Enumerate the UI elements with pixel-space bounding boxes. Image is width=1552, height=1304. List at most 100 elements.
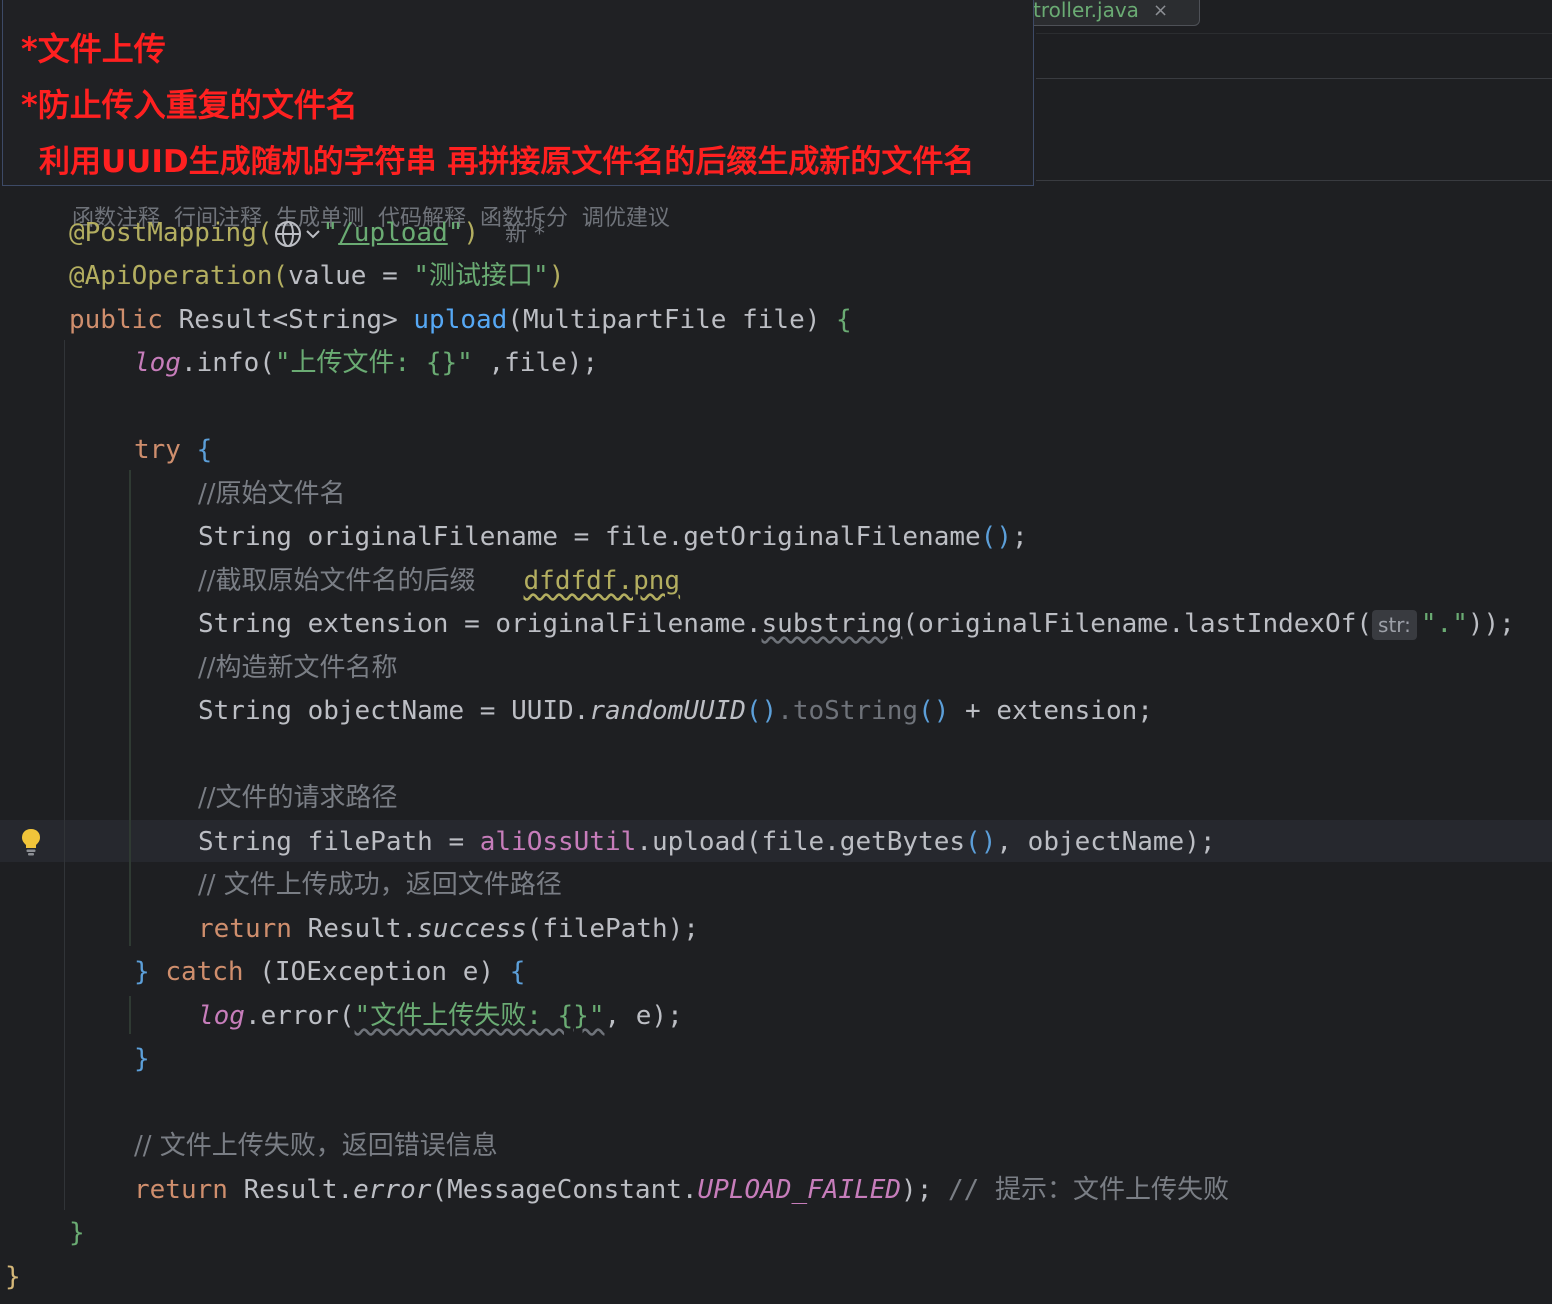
code-line-18: }	[134, 1038, 150, 1080]
comment-hint-failed: 提示：文件上传失败	[994, 1175, 1229, 1205]
close-icon[interactable]: ×	[1153, 0, 1168, 21]
annotation-value-string: "测试接口"	[413, 261, 549, 291]
editor-tab-title: troller.java	[1033, 0, 1139, 22]
call-parens: ()	[980, 522, 1012, 552]
success-method: success	[417, 914, 527, 944]
code-line-6: //原始文件名	[198, 473, 346, 515]
keyword-return: return	[134, 1175, 244, 1205]
code-line-15: return Result.success(filePath);	[198, 908, 699, 950]
parameter-hint-str: str:	[1372, 609, 1417, 640]
log-info-call: .info(	[180, 348, 275, 378]
comment-extension: //截取原始文件名的后缀	[198, 566, 476, 596]
log-error-string: "文件上传失败: {}"	[354, 1001, 605, 1031]
class-close-brace: }	[5, 1262, 21, 1292]
code-line-14: // 文件上传成功，返回文件路径	[198, 864, 562, 906]
annotation-overlay: *文件上传 *防止传入重复的文件名 利用UUID生成随机的字符串 再拼接原文件名…	[2, 0, 1034, 186]
extension-stmt-start: String extension = originalFilename.	[198, 609, 762, 639]
code-line-19: // 文件上传失败，返回错误信息	[134, 1125, 498, 1167]
alioss-util-field: aliOssUtil	[479, 827, 637, 857]
tab-bar-divider	[1036, 33, 1552, 34]
annotation-param: value =	[288, 261, 414, 291]
code-line-20: return Result.error(MessageConstant.UPLO…	[134, 1169, 1229, 1211]
result-class: Result.	[307, 914, 418, 944]
editor-tab[interactable]: troller.java ×	[1010, 0, 1200, 26]
code-line-21: }	[69, 1212, 85, 1254]
try-open-brace: {	[196, 435, 213, 465]
globe-icon[interactable]	[273, 219, 303, 249]
annotation-apioperation: @ApiOperation(	[69, 261, 289, 291]
code-line-2: @ApiOperation(value = "测试接口")	[69, 255, 564, 297]
annotation-line-2: *防止传入重复的文件名	[21, 86, 358, 124]
log-info-rest: ,file);	[472, 348, 599, 378]
code-line-16: } catch (IOException e) {	[134, 951, 525, 993]
comment-example-filename: dfdfdf.png	[523, 566, 681, 596]
substring-call: substring	[761, 609, 903, 639]
chevron-down-icon[interactable]	[303, 219, 323, 249]
statement-end: + extension;	[949, 696, 1153, 726]
result-class: Result.	[243, 1175, 354, 1205]
annotation-close-paren: )	[548, 261, 565, 291]
postmapping-quote-open: "	[322, 218, 339, 248]
log-field: log	[198, 1001, 245, 1031]
dot-string: "."	[1420, 609, 1468, 639]
statement-end: ;	[1011, 522, 1028, 552]
author-hint[interactable]: 新 *	[505, 222, 545, 247]
statement-end: , e);	[604, 1001, 683, 1031]
return-type: Result<String>	[178, 305, 414, 335]
statement-end: (filePath);	[526, 914, 699, 944]
postmapping-path-link[interactable]: /upload	[338, 218, 448, 248]
code-line-13: String filePath = aliOssUtil.upload(file…	[198, 821, 1216, 863]
keyword-try: try	[134, 435, 197, 465]
method-close-brace: }	[69, 1218, 85, 1248]
code-line-10: //构造新文件名称	[198, 647, 398, 689]
comment-upload-failed: // 文件上传失败，返回错误信息	[134, 1131, 498, 1161]
tostring-call: .toString	[777, 696, 919, 726]
code-line-1: @PostMapping("/upload") 新 *	[69, 212, 545, 254]
method-name-upload: upload	[413, 305, 508, 335]
catch-params: (IOException e)	[259, 957, 510, 987]
call-parens: ()	[918, 696, 950, 726]
statement-end: );	[901, 1175, 949, 1205]
toolbar-divider	[1036, 78, 1552, 79]
get-original-filename-stmt: String originalFilename = file.getOrigin…	[198, 522, 981, 552]
catch-close-brace: }	[134, 1044, 150, 1074]
code-line-12: //文件的请求路径	[198, 777, 398, 819]
annotation-line-3: 利用UUID生成随机的字符串 再拼接原文件名的后缀生成新的文件名	[39, 144, 975, 180]
log-error-call: .error(	[244, 1001, 355, 1031]
comment-new-filename: //构造新文件名称	[198, 653, 398, 683]
lightbulb-icon[interactable]	[19, 827, 43, 857]
call-parens: ()	[745, 696, 778, 726]
code-line-17: log.error("文件上传失败: {}", e);	[198, 995, 683, 1037]
call-parens: ()	[965, 827, 997, 857]
keyword-catch: catch	[165, 957, 260, 987]
error-method: error	[353, 1175, 432, 1205]
upload-call: .upload(file.getBytes	[636, 827, 966, 857]
annotation-postmapping: @PostMapping(	[69, 218, 273, 248]
indent-guide-catch	[129, 996, 131, 1034]
code-editor[interactable]: troller.java × 函数注释 行间注释 生成单测 代码解释 函数拆分 …	[0, 0, 1552, 1304]
code-line-22: }	[5, 1256, 21, 1298]
lastindexof-call: (originalFilename.lastIndexOf(	[902, 609, 1373, 639]
code-line-8: //截取原始文件名的后缀 dfdfdf.png	[198, 560, 680, 602]
keyword-public: public	[69, 305, 179, 335]
message-constant: (MessageConstant.	[431, 1175, 698, 1205]
log-field: log	[134, 348, 181, 378]
comment-original-filename: //原始文件名	[198, 479, 346, 509]
try-close-brace: }	[134, 957, 166, 987]
code-line-11: String objectName = UUID.randomUUID().to…	[198, 690, 1153, 732]
statement-end: ));	[1467, 609, 1515, 639]
code-line-9: String extension = originalFilename.subs…	[198, 603, 1515, 645]
filepath-stmt-start: String filePath =	[198, 827, 480, 857]
code-line-4: log.info("上传文件: {}" ,file);	[134, 342, 598, 384]
random-uuid-call: randomUUID	[589, 696, 746, 726]
annotation-line-1: *文件上传	[21, 30, 166, 68]
indent-guide-try	[129, 470, 131, 946]
method-open-brace: {	[836, 305, 852, 335]
annotation-close-paren: )	[463, 218, 480, 248]
method-params: (MultipartFile file)	[507, 305, 837, 335]
statement-end: , objectName);	[996, 827, 1216, 857]
comment-slashes: //	[948, 1175, 995, 1205]
upload-failed-constant: UPLOAD_FAILED	[697, 1175, 902, 1205]
breadcrumb-divider	[1036, 180, 1552, 181]
code-line-7: String originalFilename = file.getOrigin…	[198, 516, 1028, 558]
